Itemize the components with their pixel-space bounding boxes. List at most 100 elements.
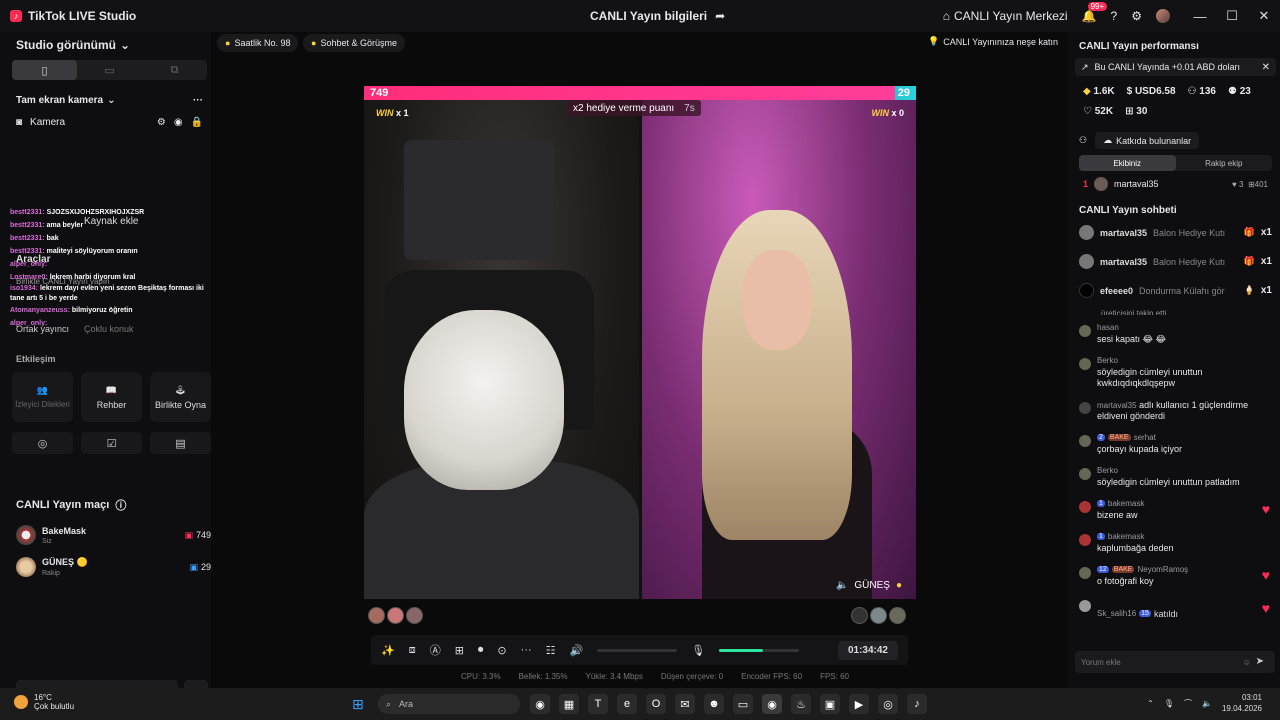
maximize-button[interactable]: ☐: [1216, 8, 1248, 24]
opera-icon[interactable]: O: [646, 694, 666, 714]
avatar[interactable]: [889, 607, 906, 624]
chrome-icon[interactable]: ◉: [530, 694, 550, 714]
settings-button[interactable]: ⚙: [1131, 9, 1142, 23]
profile-avatar[interactable]: [1156, 9, 1170, 23]
target-tool-button[interactable]: ◎: [12, 432, 73, 454]
avatar[interactable]: [387, 607, 404, 624]
scene-selector[interactable]: Tam ekran kamera ⌄ ···: [8, 92, 211, 108]
volume-icon[interactable]: 🔊: [570, 644, 584, 657]
top-contributor-row[interactable]: 1 martaval35 ♥ 3 ⊞401: [1071, 171, 1280, 191]
score-icon: ▣: [184, 529, 193, 540]
chat-icon: ●: [311, 38, 317, 48]
more-icon[interactable]: ···: [521, 644, 532, 656]
settings-small-icon[interactable]: ⚙: [157, 117, 166, 128]
guide-tile[interactable]: 📖 Rehber: [81, 372, 142, 422]
tiktok-taskbar-icon[interactable]: ♪: [907, 694, 927, 714]
close-button[interactable]: ✕: [1248, 8, 1280, 24]
youtube-icon[interactable]: ▶: [849, 694, 869, 714]
avatar[interactable]: [870, 607, 887, 624]
mixer-icon[interactable]: ☷: [546, 644, 556, 657]
viewer-wishes-tile[interactable]: 👥 İzleyici Dilekleri: [12, 372, 73, 422]
more-icon[interactable]: ···: [193, 95, 203, 106]
taskbar-search[interactable]: ⌕ Ara: [378, 694, 520, 714]
chat-message-list[interactable]: hasan sesi kapatı 😂 😂 Berko söyledigin cüm…: [1071, 321, 1280, 629]
avatar[interactable]: [851, 607, 868, 624]
chat-meet-pill[interactable]: ● Sohbet & Görüşme: [303, 34, 405, 52]
chat-user: martaval35: [1097, 401, 1137, 410]
chrome-active-icon[interactable]: ◉: [762, 694, 782, 714]
emoji-icon[interactable]: ☺: [1243, 658, 1251, 667]
store-icon[interactable]: ▦: [559, 694, 579, 714]
send-icon[interactable]: ➤: [1256, 656, 1264, 667]
studio-view-dropdown[interactable]: Studio görünümü ⌄: [8, 34, 211, 56]
avatar[interactable]: [406, 607, 423, 624]
record-icon[interactable]: ⏺: [478, 644, 484, 657]
layout-icon[interactable]: ⊞: [455, 644, 464, 657]
camera-switch-icon[interactable]: ⊙: [497, 644, 506, 657]
lock-icon[interactable]: 🔒: [191, 117, 203, 128]
gift-message: efeeee0 Dondurma Külahı gör 🍦 x1: [1071, 276, 1280, 305]
chevron-up-icon[interactable]: ⌃: [1147, 699, 1154, 708]
play-together-tile[interactable]: 🕹 Birlikte Oyna: [150, 372, 211, 422]
mic-level-meter[interactable]: [719, 648, 800, 652]
app-icon[interactable]: ▣: [820, 694, 840, 714]
mail-icon[interactable]: ✉: [675, 694, 695, 714]
avatar[interactable]: [368, 607, 385, 624]
windows-start-icon[interactable]: ⊞: [352, 696, 364, 713]
dual-layout-button[interactable]: ⧉: [142, 60, 207, 80]
speaker-icon[interactable]: 🔈: [836, 580, 848, 591]
steam-icon[interactable]: ♨: [791, 694, 811, 714]
performance-metrics: ◆ 1.6K $ USD6.58 ⚇ 136 ⚉ 23 ♡ 52K ⊞ 30: [1071, 76, 1280, 122]
folder-icon[interactable]: ▭: [733, 694, 753, 714]
live-match-section: CANLI Yayın maçı ⓘ BakeMask Siz ▣ 749 GÜN…: [16, 497, 211, 577]
add-user-icon[interactable]: ⚇: [1079, 135, 1087, 146]
chat-user: bakemask: [1107, 499, 1145, 508]
metric-value: 52K: [1094, 106, 1114, 117]
metric-value: 23: [1239, 86, 1251, 97]
avatar: [1079, 501, 1091, 513]
gift-message: martaval35 Balon Hediye Kutı 🎁 x1: [1071, 247, 1280, 276]
microphone-icon[interactable]: 🎙: [691, 644, 705, 657]
tab-your-team[interactable]: Ekibiniz: [1079, 155, 1176, 171]
chat-text: bizene aw: [1097, 510, 1138, 520]
tab-rival-team[interactable]: Rakip ekip: [1176, 155, 1273, 171]
help-icon[interactable]: ⓘ: [115, 497, 126, 513]
ai-icon[interactable]: Ⓐ: [430, 642, 441, 658]
checklist-tool-button[interactable]: ☑: [81, 432, 142, 454]
hourly-rank-pill[interactable]: ● Saatlik No. 98: [217, 34, 299, 52]
overlay-text: bilmiyoruz öğretin: [71, 307, 133, 314]
volume-tray-icon[interactable]: 🔈: [1202, 699, 1212, 708]
live-center-button[interactable]: ⌂ CANLI Yayın Merkezi: [943, 9, 1068, 23]
notification-button[interactable]: 🔔 99+: [1082, 2, 1108, 23]
landscape-layout-button[interactable]: ▭: [77, 60, 142, 80]
help-button[interactable]: ?: [1111, 9, 1118, 23]
mic-level-fill: [719, 648, 764, 652]
clock[interactable]: 03:01 19.04.2026: [1222, 692, 1262, 714]
eye-icon[interactable]: ◉: [174, 117, 183, 128]
contributors-button[interactable]: ☁ Katkıda bulunanlar: [1095, 132, 1200, 149]
screen-effects-icon[interactable]: ⧈: [409, 644, 416, 657]
chat-text: söyledigin cümleyi unuttun patladım: [1097, 477, 1240, 487]
tips-hint[interactable]: 💡 CANLI Yayınınıza neşe katın: [928, 36, 1058, 47]
weather-widget[interactable]: 16°C Çok bulutlu: [14, 693, 74, 711]
box-tool-button[interactable]: ▤: [150, 432, 211, 454]
chat-overlay: bestt2331: SJOZSXIJOHZSRXIHOJXZSR bestt2…: [10, 206, 215, 330]
chat-text: sesi kapatı 😂 😂: [1097, 334, 1167, 344]
close-icon[interactable]: ✕: [1262, 62, 1270, 73]
player-row: GÜNEŞ 🟡 Rakip ▣ 29: [16, 557, 211, 577]
battle-video: 🔈 GÜNEŞ ● 749 29 x2 hediye verme puanı 7…: [364, 86, 916, 599]
minimize-button[interactable]: —: [1184, 9, 1216, 24]
teams-icon[interactable]: T: [588, 694, 608, 714]
network-icon[interactable]: ⌒: [1184, 698, 1192, 709]
portrait-layout-button[interactable]: ▯: [12, 60, 77, 80]
live-info-button[interactable]: CANLI Yayın bilgileri ➦: [590, 9, 725, 23]
discord-icon[interactable]: ☻: [704, 694, 724, 714]
comment-input[interactable]: Yorum ekle ☺: [1075, 651, 1275, 673]
people-icon: ⚇: [1187, 86, 1197, 97]
edge-icon[interactable]: e: [617, 694, 637, 714]
mic-tray-icon[interactable]: 🎙: [1164, 699, 1174, 708]
magic-wand-icon[interactable]: ✨: [381, 644, 395, 657]
source-camera-row[interactable]: ◙ Kamera ⚙ ◉ 🔒: [8, 112, 211, 132]
obs-icon[interactable]: ◎: [878, 694, 898, 714]
volume-slider[interactable]: [597, 648, 678, 652]
